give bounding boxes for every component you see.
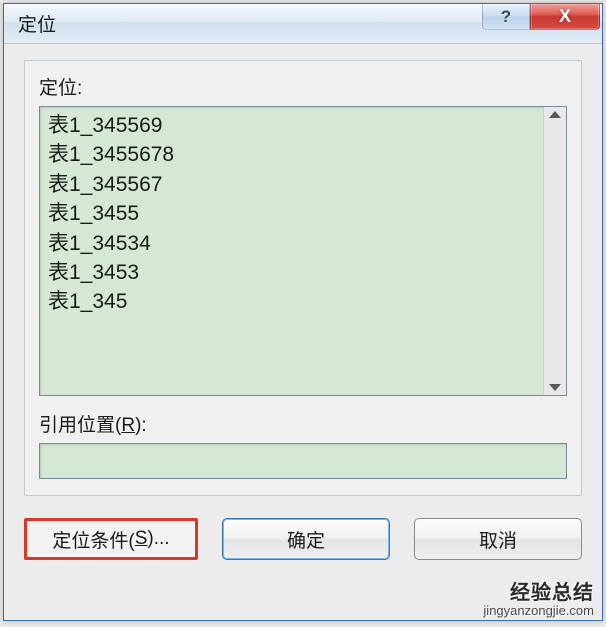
goto-listbox[interactable]: 表1_345569 表1_3455678 表1_345567 表1_3455 表…	[39, 106, 567, 396]
help-icon: ?	[501, 7, 511, 27]
cancel-button[interactable]: 取消	[414, 518, 582, 560]
titlebar-buttons: ? X	[482, 4, 600, 32]
list-item[interactable]: 表1_3453	[48, 258, 535, 287]
list-item[interactable]: 表1_345	[48, 287, 535, 316]
watermark-en: jingyanzongjie.com	[483, 603, 594, 618]
list-item[interactable]: 表1_34534	[48, 229, 535, 258]
scroll-up-icon[interactable]	[549, 111, 561, 118]
special-button-prefix: 定位条件(	[52, 526, 134, 553]
scroll-down-icon[interactable]	[549, 384, 561, 391]
button-row: 定位条件(S)... 确定 取消	[4, 496, 602, 560]
special-button-suffix: )...	[147, 528, 169, 550]
list-item[interactable]: 表1_345567	[48, 170, 535, 199]
close-icon: X	[559, 6, 571, 27]
goto-label: 定位:	[39, 73, 567, 100]
list-item[interactable]: 表1_345569	[48, 111, 535, 140]
reference-label: 引用位置(R):	[39, 410, 567, 437]
special-button[interactable]: 定位条件(S)...	[24, 518, 198, 560]
close-button[interactable]: X	[530, 4, 600, 30]
titlebar: 定位 ? X	[4, 4, 602, 44]
reference-label-prefix: 引用位置(	[39, 415, 121, 436]
scrollbar[interactable]	[543, 107, 567, 395]
watermark: 经验总结 jingyanzongjie.com	[483, 576, 594, 618]
reference-label-key: R	[121, 415, 135, 436]
special-button-key: S	[135, 528, 148, 550]
list-item[interactable]: 表1_3455	[48, 199, 535, 228]
reference-label-suffix: ):	[135, 415, 147, 436]
list-items-container: 表1_345569 表1_3455678 表1_345567 表1_3455 表…	[40, 107, 543, 395]
watermark-cn: 经验总结	[483, 576, 594, 605]
goto-group: 定位: 表1_345569 表1_3455678 表1_345567 表1_34…	[24, 60, 582, 496]
dialog-content: 定位: 表1_345569 表1_3455678 表1_345567 表1_34…	[4, 44, 602, 496]
list-item[interactable]: 表1_3455678	[48, 140, 535, 169]
reference-input[interactable]	[39, 443, 567, 479]
help-button[interactable]: ?	[482, 4, 530, 30]
dialog-window: 定位 ? X 定位: 表1_345569 表1_3455678 表1_34556…	[3, 3, 603, 621]
ok-button[interactable]: 确定	[222, 518, 390, 560]
